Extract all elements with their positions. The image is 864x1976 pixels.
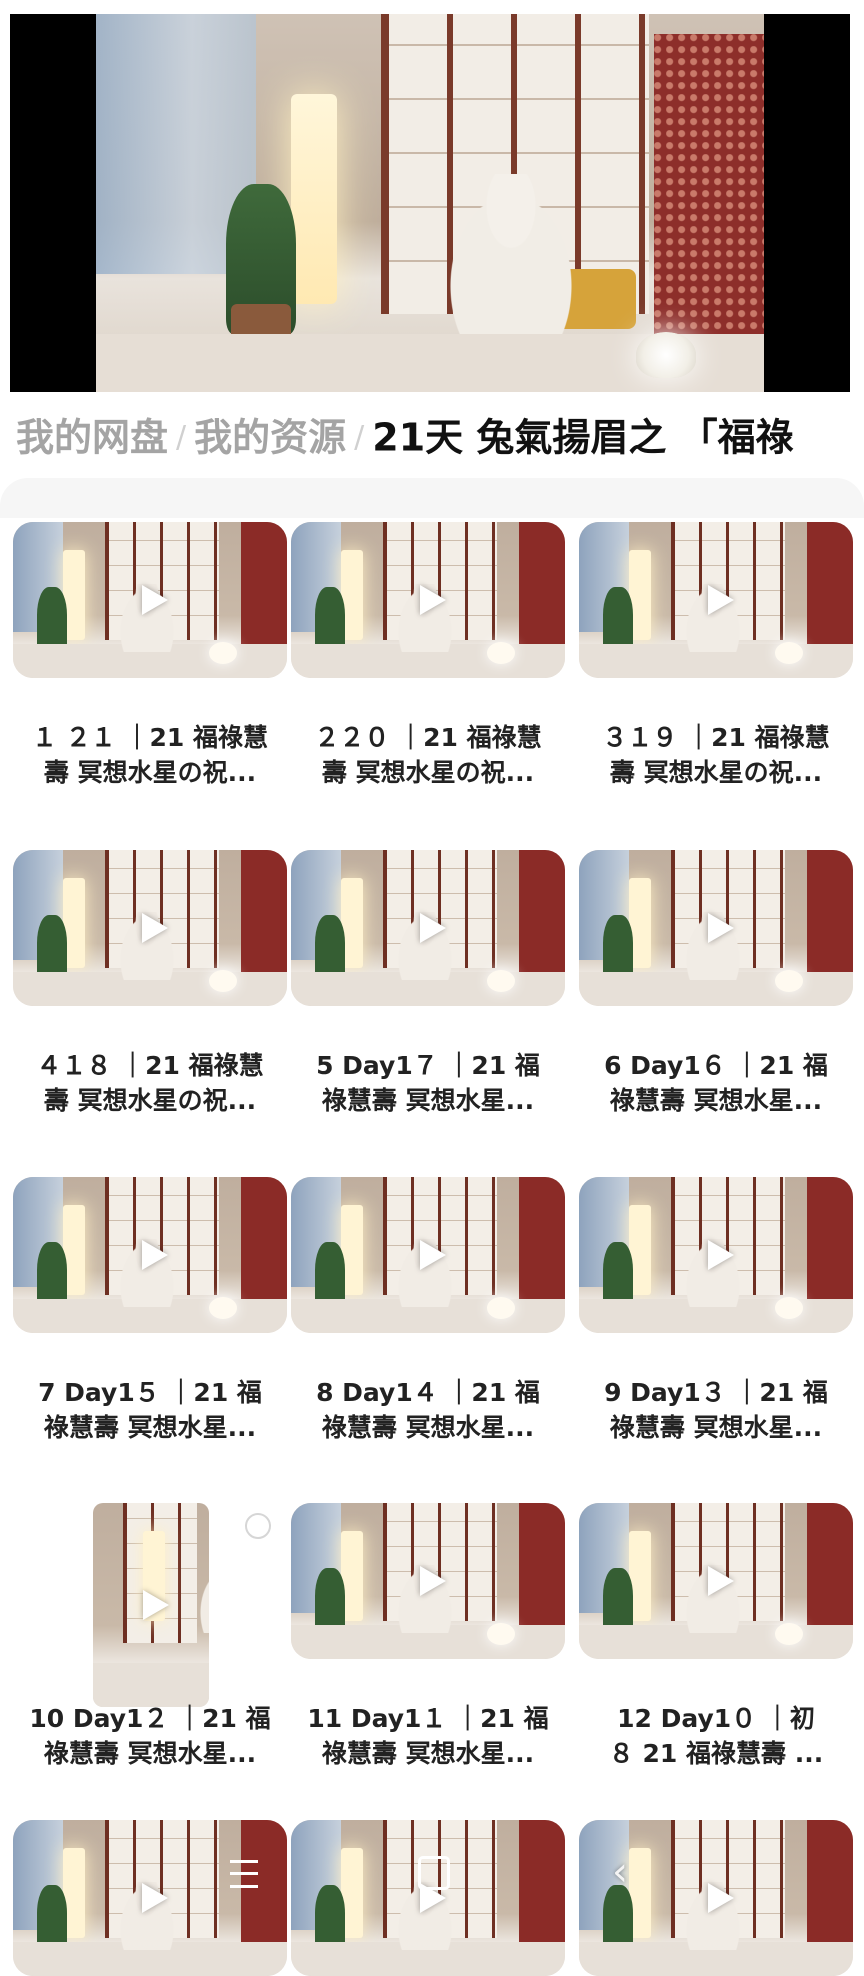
video-thumbnail[interactable] bbox=[291, 522, 565, 678]
video-title: 10 Day1２ ｜21 福祿慧壽 冥想水星... bbox=[29, 1704, 271, 1768]
video-title: ２２０ ｜21 福祿慧壽 冥想水星の祝... bbox=[314, 723, 542, 787]
play-icon bbox=[708, 1566, 734, 1596]
system-navigation-bar: ‹ bbox=[0, 1830, 864, 1920]
video-thumbnail[interactable] bbox=[579, 850, 853, 1006]
video-thumbnail[interactable] bbox=[579, 1177, 853, 1333]
video-title: 12 Day1０ ｜初 ８ 21 福祿慧壽 ... bbox=[608, 1704, 824, 1768]
video-title: ４１８ ｜21 福祿慧壽 冥想水星の祝... bbox=[36, 1051, 264, 1115]
play-icon bbox=[420, 585, 446, 615]
home-square-icon[interactable] bbox=[402, 1842, 462, 1902]
play-icon bbox=[420, 1566, 446, 1596]
menu-icon[interactable] bbox=[214, 1842, 274, 1902]
video-thumbnail[interactable] bbox=[13, 1177, 287, 1333]
play-icon bbox=[708, 585, 734, 615]
video-thumbnail[interactable] bbox=[13, 522, 287, 678]
video-title: 11 Day1１ ｜21 福祿慧壽 冥想水星... bbox=[307, 1704, 549, 1768]
video-title: 7 Day1５ ｜21 福祿慧壽 冥想水星... bbox=[38, 1378, 262, 1442]
video-thumbnail[interactable] bbox=[291, 850, 565, 1006]
video-title: 9 Day1３ ｜21 福祿慧壽 冥想水星... bbox=[604, 1378, 828, 1442]
select-checkbox[interactable] bbox=[245, 1513, 271, 1539]
video-title: 5 Day1７ ｜21 福祿慧壽 冥想水星... bbox=[316, 1051, 540, 1115]
play-icon bbox=[143, 1590, 169, 1620]
video-thumbnail[interactable] bbox=[13, 850, 287, 1006]
play-icon bbox=[708, 913, 734, 943]
play-icon bbox=[142, 585, 168, 615]
video-title: 6 Day1６ ｜21 福祿慧壽 冥想水星... bbox=[604, 1051, 828, 1115]
play-icon bbox=[420, 913, 446, 943]
video-thumbnail[interactable] bbox=[291, 1177, 565, 1333]
back-icon[interactable]: ‹ bbox=[590, 1842, 650, 1902]
video-thumbnail[interactable] bbox=[579, 522, 853, 678]
play-icon bbox=[142, 913, 168, 943]
video-title: ３１９ ｜21 福祿慧壽 冥想水星の祝... bbox=[602, 723, 830, 787]
video-thumbnail[interactable] bbox=[291, 1503, 565, 1659]
video-title: 8 Day1４ ｜21 福祿慧壽 冥想水星... bbox=[316, 1378, 540, 1442]
play-icon bbox=[420, 1240, 446, 1270]
video-thumbnail[interactable] bbox=[93, 1503, 209, 1707]
video-thumbnail[interactable] bbox=[579, 1503, 853, 1659]
play-icon bbox=[708, 1240, 734, 1270]
play-icon bbox=[142, 1240, 168, 1270]
video-grid: １ ２１ ｜21 福祿慧壽 冥想水星の祝... ２２０ ｜21 福祿慧壽 冥想水… bbox=[0, 0, 864, 1976]
video-title: １ ２１ ｜21 福祿慧壽 冥想水星の祝... bbox=[32, 723, 268, 787]
